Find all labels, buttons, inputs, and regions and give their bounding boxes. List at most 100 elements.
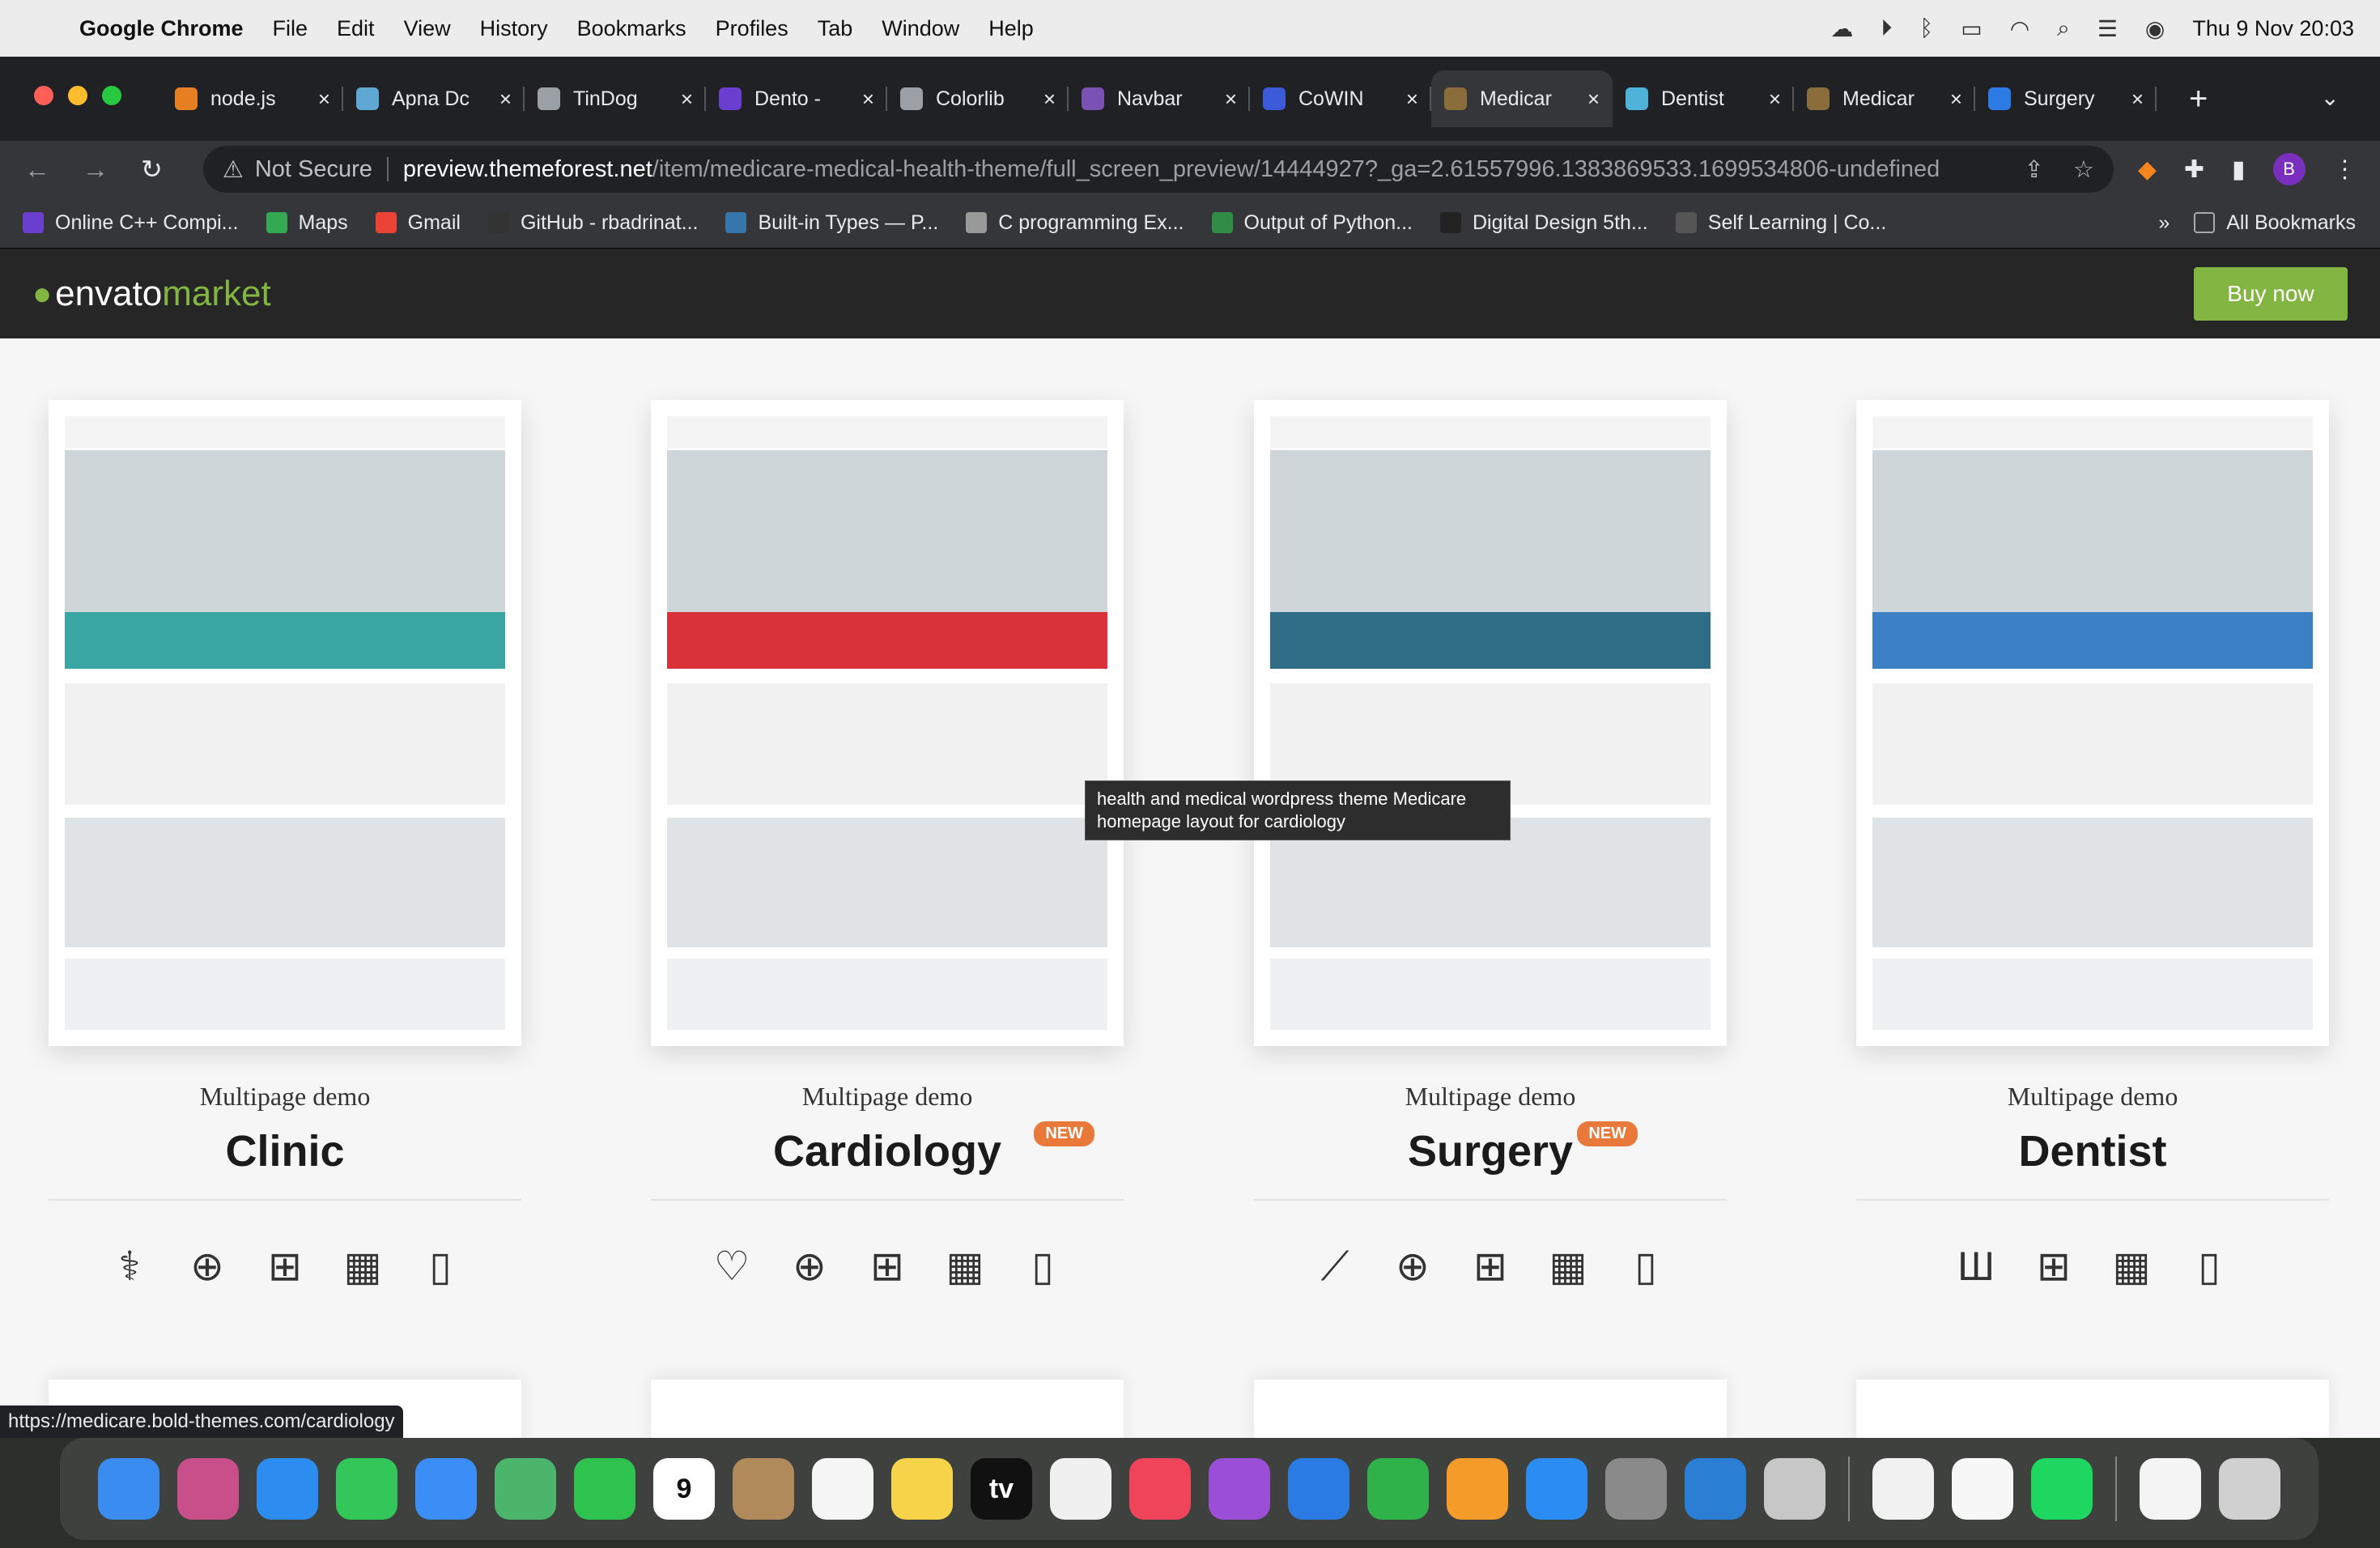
tab-6[interactable]: CoWIN × xyxy=(1250,70,1431,127)
dock-reminders-icon[interactable] xyxy=(812,1458,873,1520)
metamask-icon[interactable]: ◆ xyxy=(2138,155,2157,184)
new-tab-button[interactable]: + xyxy=(2189,81,2208,117)
tab-7[interactable]: Medicar × xyxy=(1431,70,1613,127)
dock-calendar-icon[interactable]: 9 xyxy=(653,1458,715,1520)
dock-podcasts-icon[interactable] xyxy=(1209,1458,1270,1520)
control-center-icon[interactable]: ☰ xyxy=(2097,15,2118,42)
dock-notes-icon[interactable] xyxy=(891,1458,953,1520)
tab-close-icon[interactable]: × xyxy=(1950,87,1962,112)
dock-system-settings-icon[interactable] xyxy=(1605,1458,1667,1520)
back-icon[interactable]: ← xyxy=(24,155,50,185)
tab-close-icon[interactable]: × xyxy=(681,87,693,112)
minimize-window-button[interactable] xyxy=(68,86,87,105)
tab-search-icon[interactable]: ⌄ xyxy=(2321,84,2340,111)
tab-2[interactable]: TinDog × xyxy=(525,70,706,127)
dock-preview-icon[interactable] xyxy=(1764,1458,1825,1520)
reload-icon[interactable]: ↻ xyxy=(141,154,163,185)
battery-icon[interactable]: ▭ xyxy=(1961,15,1982,42)
menu-file[interactable]: File xyxy=(273,16,308,41)
dock-chrome-icon[interactable] xyxy=(1872,1458,1934,1520)
tab-1[interactable]: Apna Dc × xyxy=(343,70,525,127)
more-menu-icon[interactable]: ⋮ xyxy=(2333,155,2357,184)
profile-avatar[interactable]: B xyxy=(2272,153,2306,185)
tab-close-icon[interactable]: × xyxy=(1043,87,1056,112)
tab-close-icon[interactable]: × xyxy=(499,87,512,112)
clock[interactable]: Thu 9 Nov 20:03 xyxy=(2192,16,2354,41)
tab-9[interactable]: Medicar × xyxy=(1794,70,1975,127)
buy-now-button[interactable]: Buy now xyxy=(2194,267,2348,321)
forward-icon[interactable]: → xyxy=(83,155,108,185)
side-panel-icon[interactable]: ▮ xyxy=(2232,155,2246,184)
bookmark-3[interactable]: GitHub - rbadrinat... xyxy=(487,211,698,235)
tab-5[interactable]: Navbar × xyxy=(1069,70,1250,127)
siri-icon[interactable]: ◉ xyxy=(2145,15,2165,42)
menu-window[interactable]: Window xyxy=(882,16,959,41)
dock-keynote-icon[interactable] xyxy=(1288,1458,1349,1520)
dock-app-store-icon[interactable] xyxy=(1526,1458,1587,1520)
tab-3[interactable]: Dento - × xyxy=(706,70,887,127)
dock-finder-icon[interactable] xyxy=(98,1458,159,1520)
dock-tv-icon[interactable]: tv xyxy=(971,1458,1032,1520)
dock-safari-icon[interactable] xyxy=(257,1458,318,1520)
extensions-icon[interactable]: ✚ xyxy=(2184,155,2204,184)
demo-title[interactable]: Surgery NEW xyxy=(1254,1121,1727,1176)
zoom-window-button[interactable] xyxy=(102,86,121,105)
bookmark-6[interactable]: Output of Python... xyxy=(1211,211,1413,235)
dock-trash-icon[interactable] xyxy=(2219,1458,2280,1520)
dock-vscode-icon[interactable] xyxy=(1685,1458,1746,1520)
demo-card-clinic[interactable]: Multipage demo Clinic ⚕ ⊕ ⊞ ▦ ▯ xyxy=(49,400,521,1295)
dock-numbers-icon[interactable] xyxy=(1367,1458,1429,1520)
play-icon[interactable]: ⏵ xyxy=(1881,15,1892,42)
demo-title[interactable]: Dentist xyxy=(1856,1126,2329,1176)
tab-0[interactable]: node.js × xyxy=(162,70,343,127)
demo-title[interactable]: Clinic xyxy=(49,1126,521,1176)
menu-app-name[interactable]: Google Chrome xyxy=(79,16,244,41)
security-label[interactable]: Not Secure xyxy=(255,156,372,183)
bookmarks-overflow[interactable]: » xyxy=(2158,211,2170,235)
dock-maps-icon[interactable] xyxy=(495,1458,556,1520)
bookmark-star-icon[interactable]: ☆ xyxy=(2073,155,2094,184)
tab-10[interactable]: Surgery × xyxy=(1975,70,2157,127)
tab-close-icon[interactable]: × xyxy=(1587,87,1600,112)
bookmark-8[interactable]: Self Learning | Co... xyxy=(1675,211,1886,235)
demo-thumbnail[interactable] xyxy=(651,400,1124,1046)
menu-tab[interactable]: Tab xyxy=(818,16,853,41)
bookmark-2[interactable]: Gmail xyxy=(375,211,461,235)
dock-contacts-icon[interactable] xyxy=(733,1458,794,1520)
bookmark-1[interactable]: Maps xyxy=(266,211,348,235)
demo-card-surgery[interactable]: Multipage demo Surgery NEW ⟋ ⊕ ⊞ ▦ ▯ xyxy=(1254,400,1727,1295)
wifi-icon[interactable]: ◠ xyxy=(2010,15,2029,42)
envato-logo[interactable]: ● envato market xyxy=(32,274,271,314)
tab-close-icon[interactable]: × xyxy=(1225,87,1237,112)
demo-thumbnail[interactable] xyxy=(49,400,521,1046)
dock-spotify-icon[interactable] xyxy=(2031,1458,2093,1520)
dock-launchpad-icon[interactable] xyxy=(177,1458,239,1520)
cloud-icon[interactable]: ☁ xyxy=(1830,15,1853,42)
dock-messages-icon[interactable] xyxy=(336,1458,397,1520)
menu-profiles[interactable]: Profiles xyxy=(716,16,788,41)
next-demo-thumbnail[interactable] xyxy=(651,1380,1124,1438)
bookmark-7[interactable]: Digital Design 5th... xyxy=(1439,211,1648,235)
close-window-button[interactable] xyxy=(34,86,53,105)
tab-close-icon[interactable]: × xyxy=(862,87,874,112)
demo-thumbnail[interactable] xyxy=(1254,400,1727,1046)
next-demo-thumbnail[interactable] xyxy=(1254,1380,1727,1438)
dock-mail-icon[interactable] xyxy=(415,1458,477,1520)
menu-history[interactable]: History xyxy=(480,16,548,41)
demo-title[interactable]: Cardiology NEW xyxy=(651,1121,1124,1176)
tab-8[interactable]: Dentist × xyxy=(1613,70,1794,127)
demo-thumbnail[interactable] xyxy=(1856,400,2329,1046)
share-icon[interactable]: ⇪ xyxy=(2025,155,2044,184)
bluetooth-icon[interactable]: ᛒ xyxy=(1919,15,1933,41)
tab-close-icon[interactable]: × xyxy=(1406,87,1418,112)
address-bar[interactable]: ⚠ Not Secure preview.themeforest.net /it… xyxy=(202,146,2114,193)
bookmark-0[interactable]: Online C++ Compi... xyxy=(23,211,239,235)
menu-bookmarks[interactable]: Bookmarks xyxy=(577,16,686,41)
warning-icon[interactable]: ⚠ xyxy=(223,155,244,184)
tab-close-icon[interactable]: × xyxy=(2131,87,2144,112)
menu-view[interactable]: View xyxy=(404,16,451,41)
tab-close-icon[interactable]: × xyxy=(1769,87,1781,112)
menu-edit[interactable]: Edit xyxy=(337,16,375,41)
dock-music-icon[interactable] xyxy=(1129,1458,1191,1520)
dock-document-icon[interactable] xyxy=(2140,1458,2201,1520)
